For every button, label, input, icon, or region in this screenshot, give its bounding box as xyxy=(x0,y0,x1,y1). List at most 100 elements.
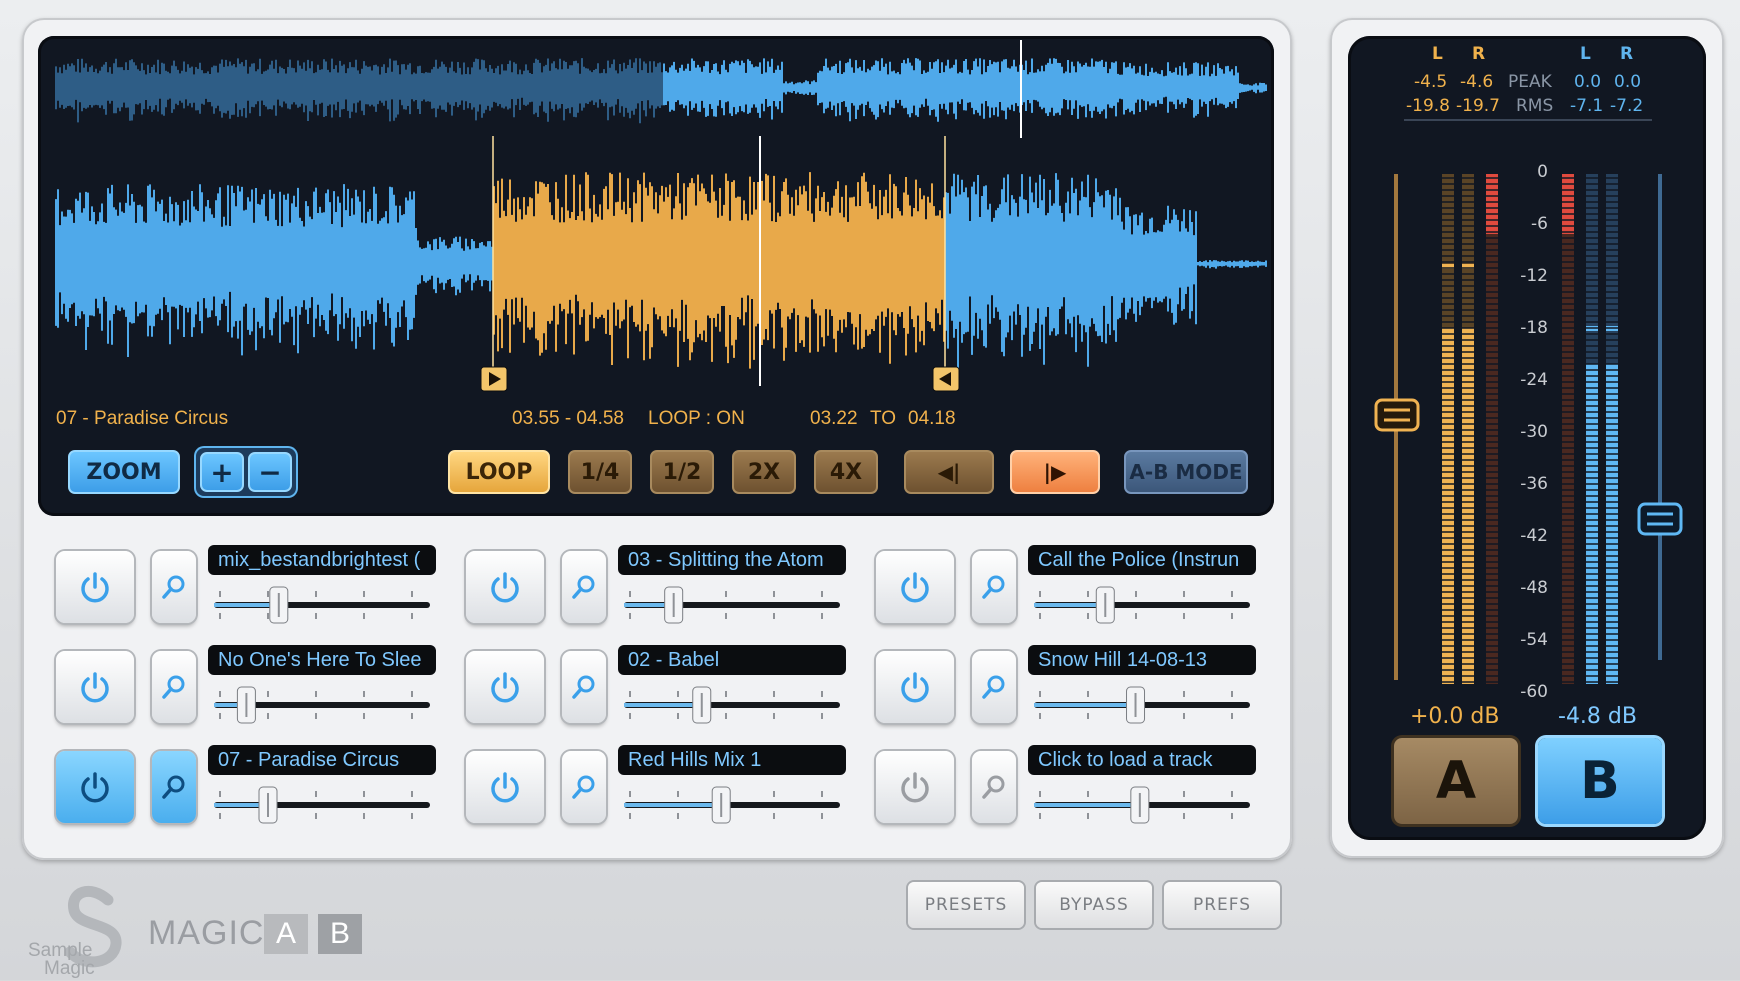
select-a-label: A xyxy=(1435,751,1477,811)
db-scale-tick: -54 xyxy=(1520,630,1548,650)
b-gain-fader-knob xyxy=(1637,502,1683,536)
a-channel-r: R xyxy=(1472,44,1486,64)
slot-track-name[interactable]: No One's Here To Slee xyxy=(208,645,436,675)
half-speed-button[interactable]: 1/2 xyxy=(650,450,714,494)
a-rms-r: -19.7 xyxy=(1456,96,1500,116)
search-icon xyxy=(162,575,185,599)
search-icon xyxy=(162,675,185,699)
waveform-display[interactable]: 07 - Paradise Circus 03.55 - 04.58 LOOP … xyxy=(38,36,1274,516)
b-channel-l: L xyxy=(1580,44,1591,64)
loop-state-label: LOOP : ON xyxy=(648,408,745,429)
a-peak-r: -4.6 xyxy=(1460,72,1494,92)
next-marker-button[interactable]: |▶ xyxy=(1010,450,1100,494)
slot-volume-slider[interactable] xyxy=(212,685,432,725)
slot-power-button[interactable] xyxy=(876,751,954,823)
search-icon xyxy=(982,575,1005,599)
power-icon xyxy=(901,572,929,603)
meter-panel: L R L R -4.5 -4.6 PEAK 0.0 0.0 -19.8 -19… xyxy=(1348,36,1706,840)
slot-search-button[interactable] xyxy=(152,651,196,723)
b-peak-l: 0.0 xyxy=(1574,72,1602,92)
slot-power-button[interactable] xyxy=(876,551,954,623)
slot-volume-slider[interactable] xyxy=(212,585,432,625)
slot-power-button[interactable] xyxy=(466,551,544,623)
slot-search-button[interactable] xyxy=(152,551,196,623)
slot-power-button[interactable] xyxy=(466,751,544,823)
slot-search-button[interactable] xyxy=(562,651,606,723)
loop-end-marker[interactable] xyxy=(932,366,960,392)
slot-power-button[interactable] xyxy=(466,651,544,723)
slot-track-name[interactable]: 03 - Splitting the Atom xyxy=(618,545,846,575)
slot-volume-slider[interactable] xyxy=(622,785,842,825)
quarter-speed-button[interactable]: 1/4 xyxy=(568,450,632,494)
a-rms-l: -19.8 xyxy=(1406,96,1450,116)
slot-track-name[interactable]: 07 - Paradise Circus xyxy=(208,745,436,775)
slot-power-button[interactable] xyxy=(56,651,134,723)
b-channel-r: R xyxy=(1620,44,1634,64)
slot-search-button[interactable] xyxy=(562,751,606,823)
db-scale-tick: -18 xyxy=(1520,318,1548,338)
search-icon xyxy=(982,775,1005,799)
slot-volume-slider[interactable] xyxy=(622,685,842,725)
power-icon xyxy=(81,572,109,603)
slot-volume-slider[interactable] xyxy=(622,585,842,625)
product-b-badge: B xyxy=(318,914,362,954)
slot-search-button[interactable] xyxy=(972,651,1016,723)
track-name-label: 07 - Paradise Circus xyxy=(56,408,229,429)
a-peak-l: -4.5 xyxy=(1414,72,1448,92)
prefs-button[interactable]: PREFS xyxy=(1164,882,1280,928)
slot-track-name[interactable]: Snow Hill 14-08-13 xyxy=(1028,645,1256,675)
search-icon xyxy=(982,675,1005,699)
db-scale-tick: -36 xyxy=(1520,474,1548,494)
a-channel-l: L xyxy=(1432,44,1443,64)
presets-button[interactable]: PRESETS xyxy=(908,882,1024,928)
slot-power-button[interactable] xyxy=(56,551,134,623)
db-scale-tick: 0 xyxy=(1537,162,1548,182)
slot-track-name[interactable]: 02 - Babel xyxy=(618,645,846,675)
rms-label: RMS xyxy=(1516,96,1554,116)
loop-start-marker[interactable] xyxy=(480,366,508,392)
zoom-button[interactable]: ZOOM xyxy=(68,450,180,494)
loop-range-label: 03.55 - 04.58 xyxy=(512,408,624,429)
power-icon xyxy=(491,572,519,603)
power-icon xyxy=(81,672,109,703)
slot-search-button[interactable] xyxy=(562,551,606,623)
plugin-window: 07 - Paradise Circus 03.55 - 04.58 LOOP … xyxy=(0,0,1740,980)
slot-volume-slider[interactable] xyxy=(1032,685,1252,725)
select-a-button[interactable]: A xyxy=(1394,738,1518,824)
slot-track-name[interactable]: Red Hills Mix 1 xyxy=(618,745,846,775)
slot-search-button[interactable] xyxy=(972,551,1016,623)
slot-volume-slider[interactable] xyxy=(1032,785,1252,825)
double-speed-button[interactable]: 2X xyxy=(732,450,796,494)
db-scale-tick: -12 xyxy=(1520,266,1548,286)
slot-volume-slider[interactable] xyxy=(1032,585,1252,625)
power-icon xyxy=(491,772,519,803)
db-scale-tick: -30 xyxy=(1520,422,1548,442)
slot-power-button[interactable] xyxy=(56,751,134,823)
slot-track-name[interactable]: Call the Police (Instrun xyxy=(1028,545,1256,575)
slot-search-button[interactable] xyxy=(152,751,196,823)
position-to-separator: TO xyxy=(870,408,897,429)
slot-volume-slider[interactable] xyxy=(212,785,432,825)
slot-power-button[interactable] xyxy=(876,651,954,723)
position-to-label: 04.18 xyxy=(908,408,956,429)
peak-label: PEAK xyxy=(1508,72,1552,92)
zoom-in-button[interactable]: + xyxy=(200,452,244,492)
quad-speed-button[interactable]: 4X xyxy=(814,450,878,494)
loop-button[interactable]: LOOP xyxy=(448,450,550,494)
search-icon xyxy=(572,575,595,599)
a-gain-fader-knob xyxy=(1374,398,1420,432)
power-icon xyxy=(81,772,109,803)
slot-track-name[interactable]: mix_bestandbrightest ( xyxy=(208,545,436,575)
db-scale-tick: -42 xyxy=(1520,526,1548,546)
select-b-button[interactable]: B xyxy=(1538,738,1662,824)
slot-search-button[interactable] xyxy=(972,751,1016,823)
zoom-out-button[interactable]: − xyxy=(248,452,292,492)
power-icon xyxy=(901,772,929,803)
ab-mode-button[interactable]: A-B MODE xyxy=(1124,450,1248,494)
product-name: MAGIC xyxy=(148,914,265,952)
bypass-button[interactable]: BYPASS xyxy=(1036,882,1152,928)
slot-track-name[interactable]: Click to load a track xyxy=(1028,745,1256,775)
track-slots: mix_bestandbrightest ( 03 - Splitting the… xyxy=(38,525,1274,845)
previous-marker-button[interactable]: ◀| xyxy=(904,450,994,494)
waveform-graphics[interactable] xyxy=(38,36,1274,516)
